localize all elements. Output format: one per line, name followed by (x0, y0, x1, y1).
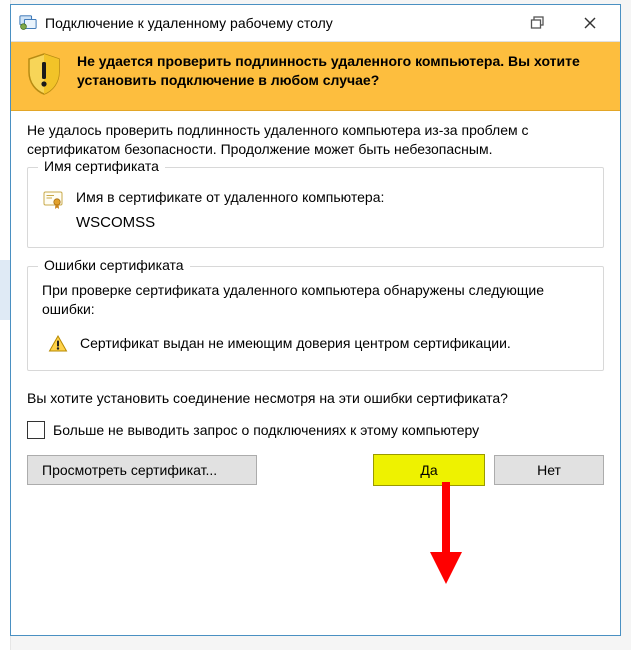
certificate-name-value: WSCOMSS (76, 214, 589, 231)
certificate-name-legend: Имя сертификата (38, 158, 165, 174)
button-row: Просмотреть сертификат... Да Нет (27, 455, 604, 485)
rdp-app-icon (19, 14, 37, 32)
certificate-name-group: Имя сертификата Имя в сертификате от уда… (27, 167, 604, 248)
warning-banner: Не удается проверить подлинность удаленн… (11, 42, 620, 111)
restore-button[interactable] (516, 8, 560, 38)
close-button[interactable] (568, 8, 612, 38)
yes-button[interactable]: Да (374, 455, 484, 485)
yes-button-label: Да (420, 462, 437, 478)
no-button[interactable]: Нет (494, 455, 604, 485)
certificate-error-item: Сертификат выдан не имеющим доверия цент… (80, 334, 511, 354)
connect-anyway-question: Вы хотите установить соединение несмотря… (27, 389, 604, 409)
certificate-errors-intro: При проверке сертификата удаленного комп… (42, 281, 589, 320)
window-title: Подключение к удаленному рабочему столу (45, 15, 508, 31)
warning-triangle-icon (48, 334, 68, 354)
view-certificate-label: Просмотреть сертификат... (42, 462, 217, 478)
dont-ask-again-label: Больше не выводить запрос о подключениях… (53, 422, 479, 438)
rdp-certificate-warning-dialog: Подключение к удаленному рабочему столу (10, 4, 621, 636)
view-certificate-button[interactable]: Просмотреть сертификат... (27, 455, 257, 485)
certificate-errors-group: Ошибки сертификата При проверке сертифик… (27, 266, 604, 371)
titlebar: Подключение к удаленному рабочему столу (11, 5, 620, 42)
intro-text: Не удалось проверить подлинность удаленн… (27, 121, 604, 159)
dont-ask-again-checkbox[interactable] (27, 421, 45, 439)
certificate-from-label: Имя в сертификате от удаленного компьюте… (76, 188, 384, 208)
shield-warning-icon (25, 52, 63, 96)
dont-ask-again-row[interactable]: Больше не выводить запрос о подключениях… (27, 421, 604, 439)
no-button-label: Нет (537, 462, 561, 478)
warning-banner-text: Не удается проверить подлинность удаленн… (77, 52, 606, 90)
certificate-errors-legend: Ошибки сертификата (38, 257, 190, 273)
certificate-icon (42, 188, 64, 210)
